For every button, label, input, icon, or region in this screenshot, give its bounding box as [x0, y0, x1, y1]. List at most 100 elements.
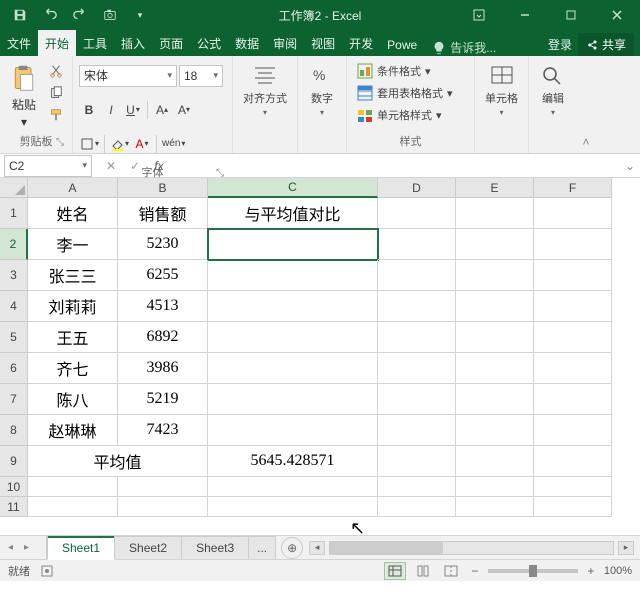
- cell-E2[interactable]: [456, 229, 534, 260]
- cell-D8[interactable]: [378, 415, 456, 446]
- cell-D2[interactable]: [378, 229, 456, 260]
- cell-F4[interactable]: [534, 291, 612, 322]
- cell-F10[interactable]: [534, 477, 612, 497]
- cell-D4[interactable]: [378, 291, 456, 322]
- cell-E1[interactable]: [456, 198, 534, 229]
- cell-D6[interactable]: [378, 353, 456, 384]
- cell-B11[interactable]: [118, 497, 208, 517]
- row-head-3[interactable]: 3: [0, 260, 28, 291]
- sheet-tab-1[interactable]: Sheet1: [47, 536, 115, 560]
- tab-developer[interactable]: 开发: [342, 30, 380, 56]
- cut-icon[interactable]: [46, 62, 66, 80]
- font-color-icon[interactable]: A▾: [132, 134, 152, 154]
- font-size-combo[interactable]: 18▾: [179, 65, 223, 87]
- cell-F11[interactable]: [534, 497, 612, 517]
- cell-F9[interactable]: [534, 446, 612, 477]
- paste-button[interactable]: 粘贴 ▾: [6, 60, 42, 131]
- maximize-button[interactable]: [548, 0, 594, 30]
- cell-F8[interactable]: [534, 415, 612, 446]
- col-head-D[interactable]: D: [378, 178, 456, 198]
- cell-E5[interactable]: [456, 322, 534, 353]
- number-button[interactable]: %数字▾: [304, 60, 340, 119]
- col-head-E[interactable]: E: [456, 178, 534, 198]
- cell-B7[interactable]: 5219: [118, 384, 208, 415]
- bold-button[interactable]: B: [79, 100, 99, 120]
- cell-B8[interactable]: 7423: [118, 415, 208, 446]
- tab-insert[interactable]: 插入: [114, 30, 152, 56]
- view-pagelayout-icon[interactable]: [412, 562, 434, 580]
- expand-formula-icon[interactable]: ⌄: [620, 159, 640, 173]
- cell-A5[interactable]: 王五: [28, 322, 118, 353]
- cell-B10[interactable]: [118, 477, 208, 497]
- qat-customize-icon[interactable]: ▾: [126, 2, 154, 28]
- cell-A6[interactable]: 齐七: [28, 353, 118, 384]
- zoom-in-button[interactable]: +: [584, 564, 598, 578]
- cell-D1[interactable]: [378, 198, 456, 229]
- cell-A4[interactable]: 刘莉莉: [28, 291, 118, 322]
- zoom-slider[interactable]: [488, 569, 578, 573]
- col-head-B[interactable]: B: [118, 178, 208, 198]
- cell-C11[interactable]: [208, 497, 378, 517]
- cell-E10[interactable]: [456, 477, 534, 497]
- cell-A7[interactable]: 陈八: [28, 384, 118, 415]
- horizontal-scrollbar[interactable]: ◂ ▸: [303, 541, 640, 555]
- zoom-level[interactable]: 100%: [604, 565, 632, 577]
- row-head-1[interactable]: 1: [0, 198, 28, 229]
- ribbon-options-icon[interactable]: [456, 0, 502, 30]
- row-head-9[interactable]: 9: [0, 446, 28, 477]
- cell-C1[interactable]: 与平均值对比: [208, 198, 378, 229]
- row-head-10[interactable]: 10: [0, 477, 28, 497]
- zoom-out-button[interactable]: −: [468, 564, 482, 578]
- phonetic-icon[interactable]: wén▾: [161, 134, 186, 154]
- cell-A10[interactable]: [28, 477, 118, 497]
- cell-D11[interactable]: [378, 497, 456, 517]
- cell-B5[interactable]: 6892: [118, 322, 208, 353]
- cell-F2[interactable]: [534, 229, 612, 260]
- conditional-format-button[interactable]: 条件格式 ▾: [353, 60, 468, 82]
- cell-E9[interactable]: [456, 446, 534, 477]
- sheet-tab-more[interactable]: ...: [248, 536, 276, 559]
- add-sheet-button[interactable]: ⊕: [281, 537, 303, 559]
- tab-power[interactable]: Powe: [380, 33, 424, 56]
- border-icon[interactable]: ▾: [79, 134, 100, 154]
- sheet-tab-3[interactable]: Sheet3: [181, 536, 249, 559]
- col-head-A[interactable]: A: [28, 178, 118, 198]
- tab-formulas[interactable]: 公式: [190, 30, 228, 56]
- row-head-2[interactable]: 2: [0, 229, 28, 260]
- cell-D9[interactable]: [378, 446, 456, 477]
- row-head-6[interactable]: 6: [0, 353, 28, 384]
- cell-E11[interactable]: [456, 497, 534, 517]
- row-head-8[interactable]: 8: [0, 415, 28, 446]
- tab-file[interactable]: 文件: [0, 30, 38, 56]
- cell-D7[interactable]: [378, 384, 456, 415]
- scroll-left-icon[interactable]: ◂: [309, 541, 325, 555]
- cell-E6[interactable]: [456, 353, 534, 384]
- cells-button[interactable]: 单元格▾: [481, 60, 522, 119]
- cell-A1[interactable]: 姓名: [28, 198, 118, 229]
- cell-B4[interactable]: 4513: [118, 291, 208, 322]
- italic-button[interactable]: I: [101, 100, 121, 120]
- tab-view[interactable]: 视图: [304, 30, 342, 56]
- tab-review[interactable]: 审阅: [266, 30, 304, 56]
- cell-E7[interactable]: [456, 384, 534, 415]
- cell-D5[interactable]: [378, 322, 456, 353]
- fill-color-icon[interactable]: ▾: [109, 134, 130, 154]
- minimize-button[interactable]: [502, 0, 548, 30]
- alignment-button[interactable]: 对齐方式▾: [239, 60, 291, 119]
- cell-B1[interactable]: 销售额: [118, 198, 208, 229]
- login-link[interactable]: 登录: [548, 36, 572, 53]
- collapse-ribbon-icon[interactable]: ˄: [577, 56, 595, 153]
- format-painter-icon[interactable]: [46, 106, 66, 124]
- editing-button[interactable]: 编辑▾: [535, 60, 571, 119]
- cell-E3[interactable]: [456, 260, 534, 291]
- close-button[interactable]: [594, 0, 640, 30]
- macro-record-icon[interactable]: [40, 564, 54, 578]
- cell-C7[interactable]: [208, 384, 378, 415]
- cell-C10[interactable]: [208, 477, 378, 497]
- cell-C6[interactable]: [208, 353, 378, 384]
- copy-icon[interactable]: [46, 84, 66, 102]
- cell-D10[interactable]: [378, 477, 456, 497]
- cell-A11[interactable]: [28, 497, 118, 517]
- row-head-5[interactable]: 5: [0, 322, 28, 353]
- formula-input[interactable]: [174, 155, 620, 177]
